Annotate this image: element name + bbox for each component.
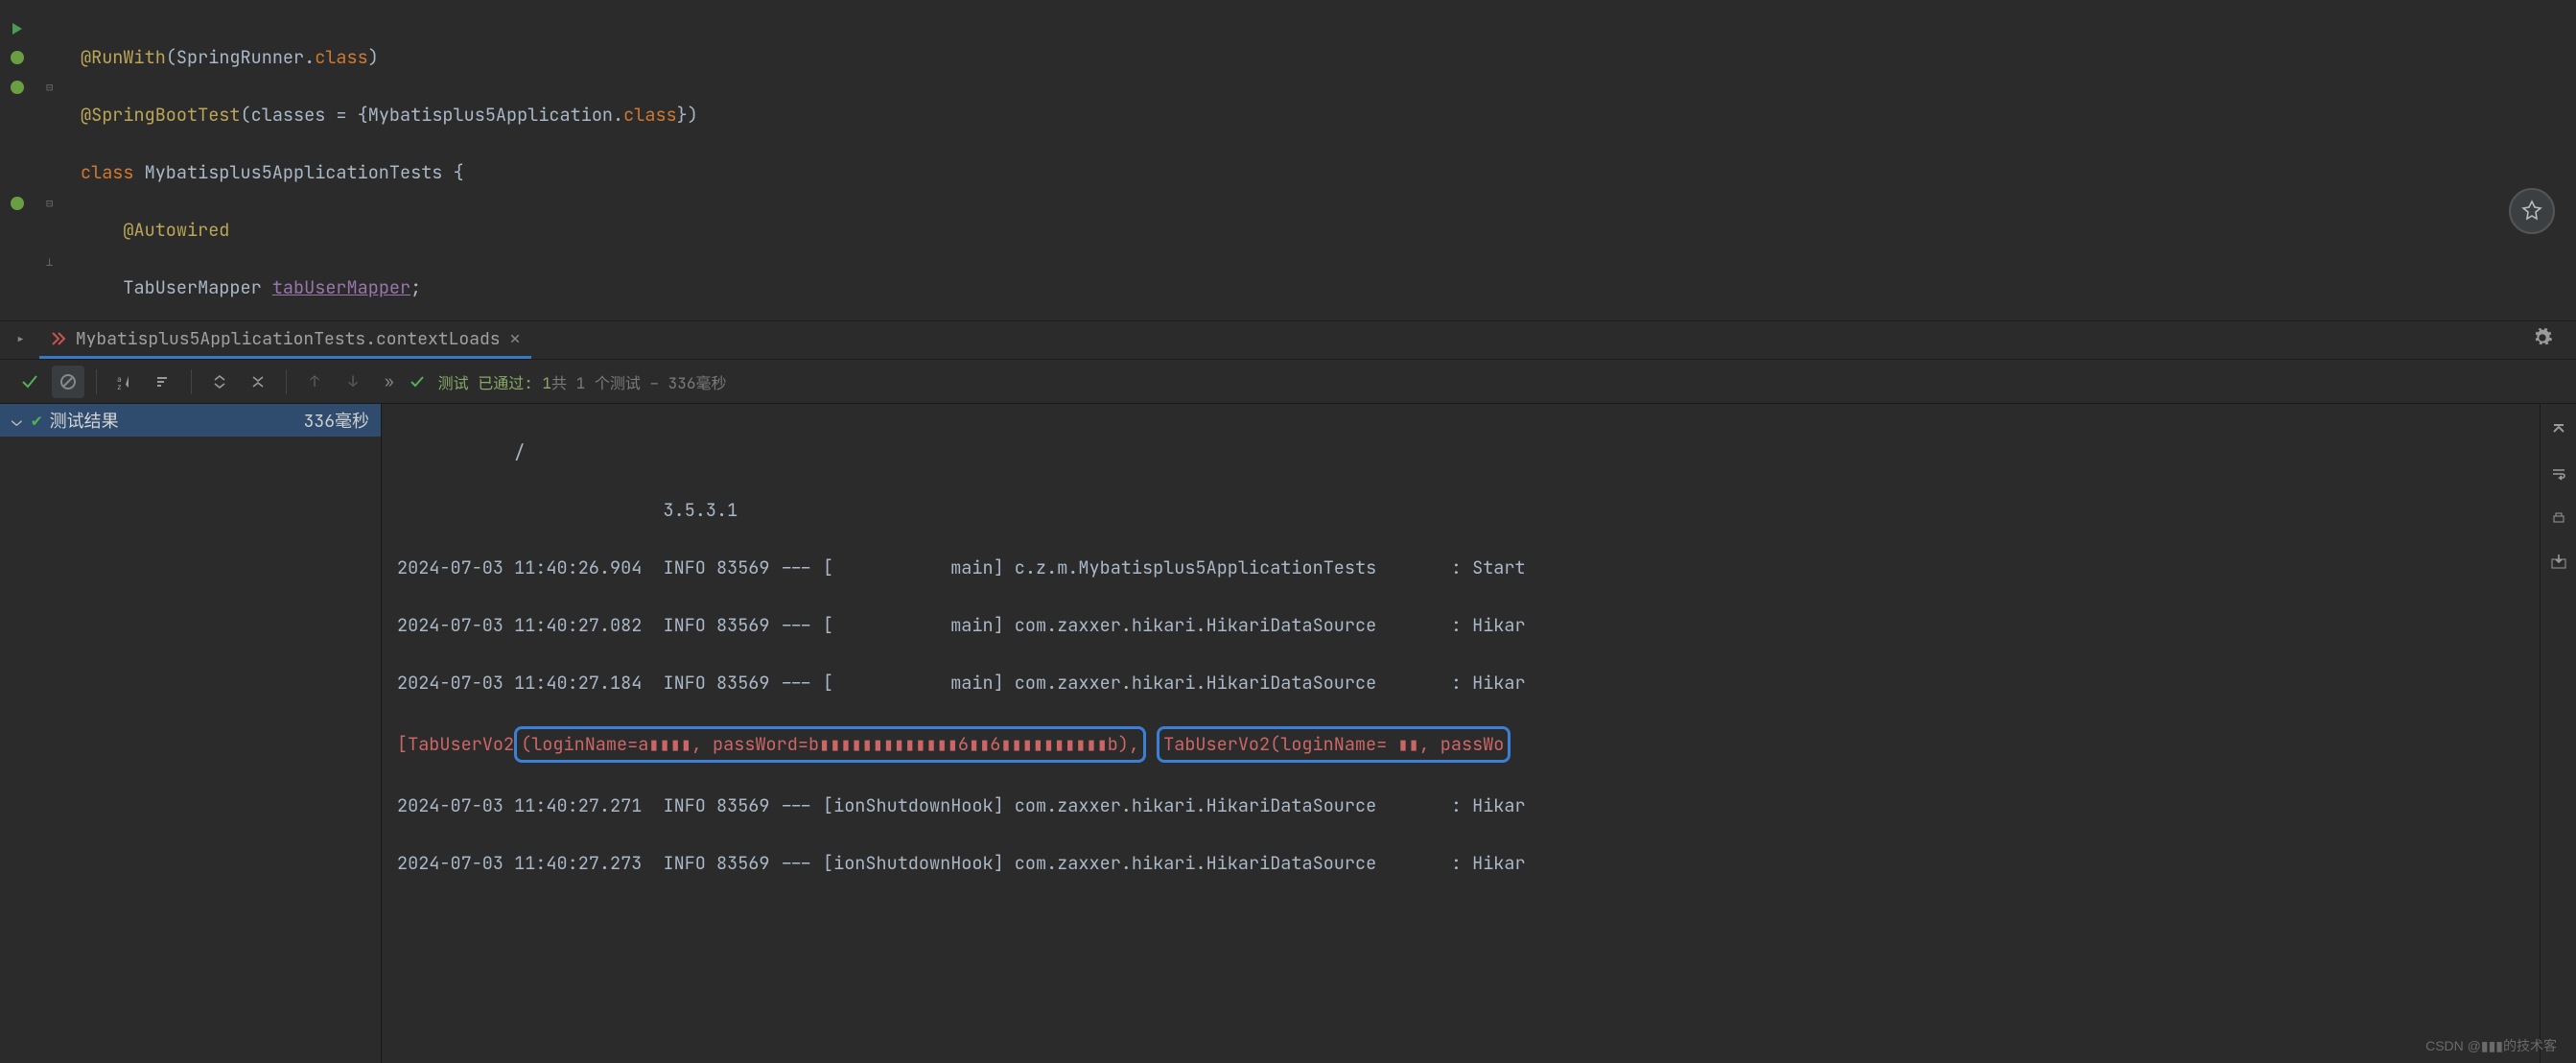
- more-icon[interactable]: »: [385, 371, 394, 391]
- check-icon: [410, 374, 425, 390]
- run-arrows-icon: [51, 331, 66, 346]
- console-line: 2024-07-03 11:40:26.904 INFO 83569 --- […: [397, 554, 2576, 582]
- print-icon[interactable]: [2551, 506, 2566, 534]
- code-text[interactable]: @RunWith(SpringRunner.class) @SpringBoot…: [81, 0, 1035, 320]
- hide-icon[interactable]: ▸: [15, 329, 26, 351]
- passed-icon: ✔: [32, 410, 42, 432]
- console-line: 2024-07-03 11:40:27.184 INFO 83569 --- […: [397, 669, 2576, 697]
- ai-assistant-icon[interactable]: [2509, 188, 2555, 234]
- stderr-line: [TabUserVo2(loginName=a▮▮▮▮, passWord=b▮…: [397, 726, 2576, 763]
- annotation: @RunWith: [81, 45, 166, 69]
- spring-leaf-icon: [10, 50, 25, 65]
- tree-label: 测试结果: [50, 408, 119, 433]
- highlighted-output: TabUserVo2(loginName= ▮▮, passWo: [1157, 726, 1510, 763]
- tab-label: Mybatisplus5ApplicationTests.contextLoad…: [76, 328, 501, 350]
- test-status-text: 测试 已通过: 1共 1 个测试 – 336毫秒: [438, 370, 727, 393]
- tool-tab-bar: ▸ Mybatisplus5ApplicationTests.contextLo…: [0, 321, 2576, 360]
- sort-duration-icon[interactable]: [147, 366, 179, 398]
- console-line: 2024-07-03 11:40:27.271 INFO 83569 --- […: [397, 791, 2576, 820]
- up-icon[interactable]: ↑: [298, 366, 331, 398]
- expand-icon[interactable]: [203, 366, 236, 398]
- gear-icon[interactable]: [2532, 327, 2553, 354]
- run-tool-window: ▸ Mybatisplus5ApplicationTests.contextLo…: [0, 320, 2576, 1063]
- spring-leaf-icon: [10, 196, 25, 211]
- test-toolbar: az ↑ ↓ » 测试 已通过: 1共 1 个测试 – 336毫秒: [0, 360, 2576, 404]
- editor-gutter: [0, 0, 44, 320]
- chevron-down-icon[interactable]: ⌄: [12, 410, 22, 432]
- sort-alpha-icon[interactable]: az: [108, 366, 141, 398]
- soft-wrap-icon[interactable]: [2551, 461, 2566, 490]
- down-icon[interactable]: ↓: [337, 366, 369, 398]
- run-triangle-icon[interactable]: [10, 21, 25, 36]
- pass-icon[interactable]: [13, 366, 46, 398]
- annotation: @SpringBootTest: [81, 103, 241, 127]
- test-results-root[interactable]: ⌄ ✔ 测试结果 336毫秒: [0, 404, 381, 437]
- console-side-toolbar: [2540, 404, 2576, 1063]
- console-line: 3.5.3.1: [397, 496, 2576, 525]
- fold-icon[interactable]: ⊟: [46, 196, 53, 211]
- watermark-text: CSDN @▮▮▮的技术客: [2425, 1036, 2557, 1055]
- field-ref: tabUserMapper: [272, 275, 410, 299]
- export-icon[interactable]: [2550, 550, 2567, 579]
- ignore-icon[interactable]: [52, 366, 84, 398]
- close-icon[interactable]: ✕: [510, 328, 521, 350]
- svg-text:z: z: [117, 383, 122, 390]
- console-output[interactable]: / 3.5.3.1 2024-07-03 11:40:26.904 INFO 8…: [382, 404, 2576, 1063]
- fold-end-icon[interactable]: ⊥: [46, 254, 53, 270]
- highlighted-output: (loginName=a▮▮▮▮, passWord=b▮▮▮▮▮▮▮▮▮▮▮▮…: [514, 726, 1146, 763]
- tree-duration: 336毫秒: [304, 408, 369, 433]
- scroll-up-icon[interactable]: [2551, 417, 2566, 446]
- console-line: /: [397, 438, 2576, 467]
- console-line: 2024-07-03 11:40:27.082 INFO 83569 --- […: [397, 611, 2576, 640]
- spring-leaf-icon: [10, 80, 25, 95]
- fold-icon[interactable]: ⊟: [46, 80, 53, 95]
- annotation: @Autowired: [123, 218, 229, 242]
- test-tree[interactable]: ⌄ ✔ 测试结果 336毫秒: [0, 404, 382, 1063]
- test-run-tab[interactable]: Mybatisplus5ApplicationTests.contextLoad…: [39, 322, 532, 359]
- code-editor[interactable]: ⊟ ⊟ ⊥ @RunWith(SpringRunner.class) @Spri…: [0, 0, 2576, 320]
- console-line: 2024-07-03 11:40:27.273 INFO 83569 --- […: [397, 849, 2576, 878]
- collapse-icon[interactable]: [242, 366, 274, 398]
- fold-column: ⊟ ⊟ ⊥: [44, 0, 81, 320]
